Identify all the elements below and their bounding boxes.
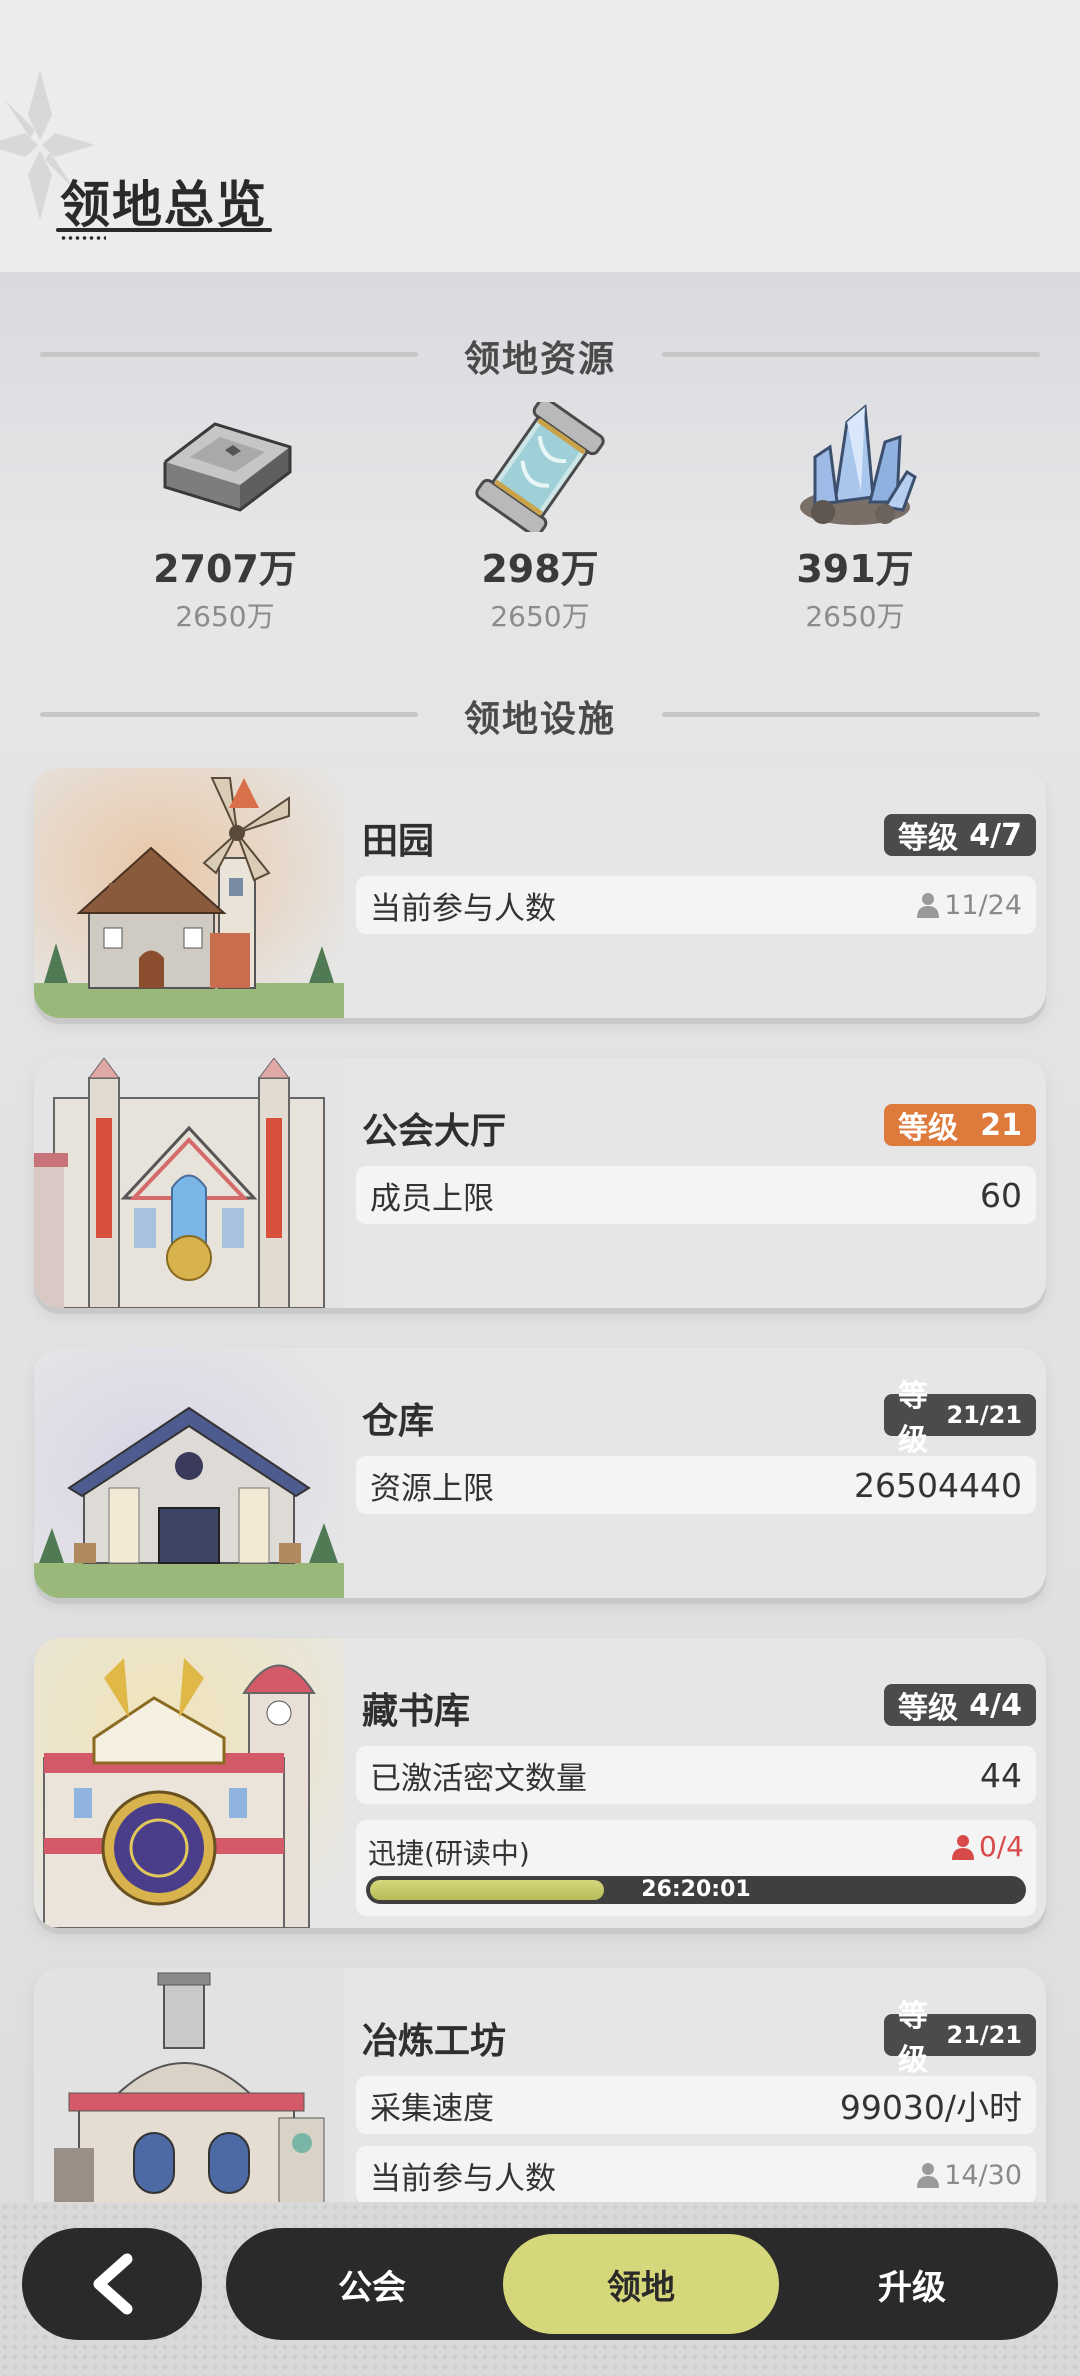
level-value: 21 [980, 1107, 1022, 1143]
row-label: 已激活密文数量 [370, 1760, 587, 1797]
facility-name: 仓库 [362, 1401, 435, 1442]
resource-iron[interactable]: 2707万 2650万 [95, 402, 355, 633]
level-value: 21/21 [946, 1401, 1022, 1429]
resource-cap: 2650万 [805, 600, 905, 633]
info-row: 采集速度 99030/小时 [356, 2076, 1036, 2134]
facility-card-farm[interactable]: 田园 等级 4/7 当前参与人数 11/24 [34, 768, 1046, 1018]
level-badge: 等级 4/4 [884, 1684, 1036, 1726]
tab-guild[interactable]: 公会 [234, 2234, 510, 2334]
info-row: 成员上限 60 [356, 1166, 1036, 1224]
level-badge: 等级 21 [884, 1104, 1036, 1146]
info-row: 当前参与人数 11/24 [356, 876, 1036, 934]
tab-bar: 公会 领地 升级 [226, 2228, 1058, 2340]
facility-name: 公会大厅 [362, 1111, 507, 1152]
resource-crystal[interactable]: 391万 2650万 [725, 402, 985, 633]
row-label: 当前参与人数 [370, 890, 556, 927]
divider-right [662, 712, 1040, 717]
title-underline [56, 228, 272, 232]
row-value: 99030/小时 [839, 2088, 1022, 2127]
facility-name: 冶炼工坊 [362, 2021, 507, 2062]
tab-upgrade[interactable]: 升级 [774, 2234, 1050, 2334]
resource-amount: 2707万 [153, 547, 297, 591]
research-participants: 0/4 [951, 1830, 1024, 1863]
research-label: 迅捷(研读中) [368, 1837, 530, 1870]
resource-cap: 2650万 [490, 600, 590, 633]
info-row: 当前参与人数 14/30 [356, 2146, 1036, 2204]
person-icon [917, 893, 940, 918]
farm-building-image [34, 768, 344, 1018]
divider-right [662, 352, 1040, 357]
row-value: 14/30 [916, 2160, 1022, 2191]
content-area[interactable]: 领地资源 2707万 2650万 298万 2650万 391万 2650万 领… [0, 272, 1080, 2268]
participant-count: 14/30 [944, 2159, 1022, 2191]
library-image [34, 1638, 344, 1928]
row-value: 26504440 [854, 1465, 1022, 1505]
person-icon [917, 2163, 940, 2188]
row-label: 资源上限 [370, 1470, 494, 1507]
research-panel[interactable]: 迅捷(研读中) 0/4 26:20:01 [356, 1820, 1036, 1916]
guild-hall-image [34, 1058, 344, 1308]
row-value: 44 [980, 1755, 1022, 1795]
crystal-ore-icon [800, 404, 917, 525]
resource-amount: 391万 [796, 547, 914, 591]
level-badge: 等级 21/21 [884, 1999, 1036, 2078]
facility-name: 田园 [362, 821, 435, 862]
title-dots [60, 236, 106, 240]
level-value: 4/4 [969, 1687, 1022, 1723]
facility-card-guild-hall[interactable]: 公会大厅 等级 21 成员上限 60 [34, 1058, 1046, 1308]
level-label: 等级 [898, 821, 958, 856]
resources-section-header: 领地资源 [40, 324, 1040, 384]
level-label: 等级 [898, 1999, 928, 2078]
level-label: 等级 [898, 1111, 958, 1146]
header: 领地总览 [0, 0, 1080, 272]
tab-territory[interactable]: 领地 [503, 2234, 779, 2334]
bottom-nav: 公会 领地 升级 [0, 2202, 1080, 2376]
warehouse-image [34, 1348, 344, 1598]
resource-scroll[interactable]: 298万 2650万 [410, 396, 670, 633]
row-value: 60 [980, 1175, 1022, 1215]
level-label: 等级 [898, 1691, 958, 1726]
row-label: 采集速度 [370, 2090, 494, 2127]
level-value: 4/7 [969, 817, 1022, 853]
row-label: 成员上限 [370, 1180, 494, 1217]
participant-count: 11/24 [944, 889, 1022, 921]
row-value: 11/24 [916, 890, 1022, 921]
row-label: 当前参与人数 [370, 2160, 556, 2197]
info-row: 已激活密文数量 44 [356, 1746, 1036, 1804]
research-progress-bar: 26:20:01 [366, 1876, 1026, 1904]
participant-count: 0/4 [978, 1830, 1024, 1863]
facilities-section-header: 领地设施 [40, 684, 1040, 744]
research-timer: 26:20:01 [641, 1877, 751, 1902]
person-icon [951, 1834, 974, 1860]
facility-name: 藏书库 [362, 1691, 471, 1732]
scroll-canister-icon [475, 396, 605, 538]
level-badge: 等级 21/21 [884, 1379, 1036, 1458]
level-badge: 等级 4/7 [884, 814, 1036, 856]
info-row: 资源上限 26504440 [356, 1456, 1036, 1514]
resource-cap: 2650万 [175, 600, 275, 633]
facility-card-warehouse[interactable]: 仓库 等级 21/21 资源上限 26504440 [34, 1348, 1046, 1598]
page-title: 领地总览 [60, 176, 268, 234]
facility-card-library[interactable]: 藏书库 等级 4/4 已激活密文数量 44 迅捷(研读中) 0/4 26:20:… [34, 1638, 1046, 1928]
level-value: 21/21 [946, 2021, 1022, 2049]
back-button[interactable] [22, 2228, 202, 2340]
resource-amount: 298万 [481, 547, 599, 591]
level-label: 等级 [898, 1379, 928, 1458]
back-arrow-icon [93, 2253, 133, 2315]
iron-ingot-icon [163, 422, 292, 512]
